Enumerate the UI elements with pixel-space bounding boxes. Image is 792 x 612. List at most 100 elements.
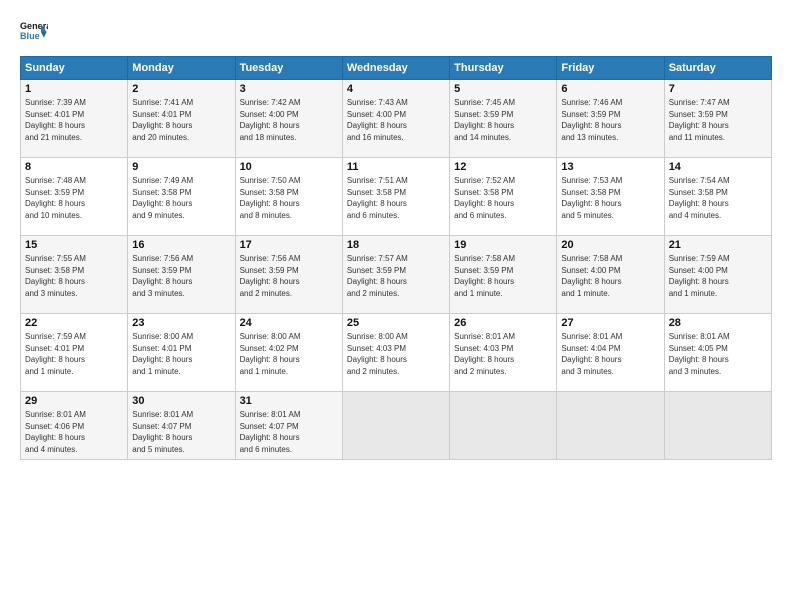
calendar-cell: 6 Sunrise: 7:46 AMSunset: 3:59 PMDaylight… bbox=[557, 80, 664, 158]
calendar-cell: 1 Sunrise: 7:39 AMSunset: 4:01 PMDaylight… bbox=[21, 80, 128, 158]
day-info: Sunrise: 8:01 AMSunset: 4:07 PMDaylight:… bbox=[132, 409, 230, 455]
weekday-tuesday: Tuesday bbox=[235, 57, 342, 80]
day-number: 26 bbox=[454, 317, 552, 329]
calendar-cell: 17 Sunrise: 7:56 AMSunset: 3:59 PMDayligh… bbox=[235, 236, 342, 314]
weekday-monday: Monday bbox=[128, 57, 235, 80]
day-info: Sunrise: 7:39 AMSunset: 4:01 PMDaylight:… bbox=[25, 97, 123, 143]
day-number: 24 bbox=[240, 317, 338, 329]
calendar-cell: 11 Sunrise: 7:51 AMSunset: 3:58 PMDayligh… bbox=[342, 158, 449, 236]
weekday-thursday: Thursday bbox=[450, 57, 557, 80]
day-info: Sunrise: 8:01 AMSunset: 4:07 PMDaylight:… bbox=[240, 409, 338, 455]
day-number: 12 bbox=[454, 161, 552, 173]
weekday-sunday: Sunday bbox=[21, 57, 128, 80]
day-info: Sunrise: 7:57 AMSunset: 3:59 PMDaylight:… bbox=[347, 253, 445, 299]
day-number: 11 bbox=[347, 161, 445, 173]
day-info: Sunrise: 7:58 AMSunset: 4:00 PMDaylight:… bbox=[561, 253, 659, 299]
day-number: 27 bbox=[561, 317, 659, 329]
day-number: 10 bbox=[240, 161, 338, 173]
day-info: Sunrise: 7:52 AMSunset: 3:58 PMDaylight:… bbox=[454, 175, 552, 221]
calendar-cell: 8 Sunrise: 7:48 AMSunset: 3:59 PMDaylight… bbox=[21, 158, 128, 236]
calendar-cell: 10 Sunrise: 7:50 AMSunset: 3:58 PMDayligh… bbox=[235, 158, 342, 236]
logo: General Blue bbox=[20, 18, 48, 46]
calendar-week-5: 29 Sunrise: 8:01 AMSunset: 4:06 PMDayligh… bbox=[21, 392, 772, 460]
calendar-cell: 30 Sunrise: 8:01 AMSunset: 4:07 PMDayligh… bbox=[128, 392, 235, 460]
calendar-cell: 4 Sunrise: 7:43 AMSunset: 4:00 PMDaylight… bbox=[342, 80, 449, 158]
day-info: Sunrise: 8:01 AMSunset: 4:05 PMDaylight:… bbox=[669, 331, 767, 377]
day-info: Sunrise: 7:59 AMSunset: 4:01 PMDaylight:… bbox=[25, 331, 123, 377]
day-number: 25 bbox=[347, 317, 445, 329]
calendar-cell: 22 Sunrise: 7:59 AMSunset: 4:01 PMDayligh… bbox=[21, 314, 128, 392]
calendar-cell bbox=[450, 392, 557, 460]
day-number: 7 bbox=[669, 83, 767, 95]
calendar-cell: 7 Sunrise: 7:47 AMSunset: 3:59 PMDaylight… bbox=[664, 80, 771, 158]
calendar-week-1: 1 Sunrise: 7:39 AMSunset: 4:01 PMDaylight… bbox=[21, 80, 772, 158]
day-info: Sunrise: 7:56 AMSunset: 3:59 PMDaylight:… bbox=[132, 253, 230, 299]
day-info: Sunrise: 7:58 AMSunset: 3:59 PMDaylight:… bbox=[454, 253, 552, 299]
calendar-cell: 20 Sunrise: 7:58 AMSunset: 4:00 PMDayligh… bbox=[557, 236, 664, 314]
calendar-cell: 9Sunrise: 7:49 AMSunset: 3:58 PMDaylight… bbox=[128, 158, 235, 236]
calendar-cell: 3 Sunrise: 7:42 AMSunset: 4:00 PMDaylight… bbox=[235, 80, 342, 158]
calendar-cell bbox=[664, 392, 771, 460]
calendar-cell: 31 Sunrise: 8:01 AMSunset: 4:07 PMDayligh… bbox=[235, 392, 342, 460]
calendar-cell: 23Sunrise: 8:00 AMSunset: 4:01 PMDayligh… bbox=[128, 314, 235, 392]
calendar-week-2: 8 Sunrise: 7:48 AMSunset: 3:59 PMDaylight… bbox=[21, 158, 772, 236]
weekday-saturday: Saturday bbox=[664, 57, 771, 80]
day-info: Sunrise: 7:49 AMSunset: 3:58 PMDaylight:… bbox=[132, 175, 230, 221]
day-info: Sunrise: 7:59 AMSunset: 4:00 PMDaylight:… bbox=[669, 253, 767, 299]
day-info: Sunrise: 7:41 AMSunset: 4:01 PMDaylight:… bbox=[132, 97, 230, 143]
day-number: 15 bbox=[25, 239, 123, 251]
calendar-cell: 2 Sunrise: 7:41 AMSunset: 4:01 PMDaylight… bbox=[128, 80, 235, 158]
day-number: 6 bbox=[561, 83, 659, 95]
day-info: Sunrise: 7:48 AMSunset: 3:59 PMDaylight:… bbox=[25, 175, 123, 221]
day-number: 22 bbox=[25, 317, 123, 329]
calendar-cell: 14 Sunrise: 7:54 AMSunset: 3:58 PMDayligh… bbox=[664, 158, 771, 236]
day-number: 4 bbox=[347, 83, 445, 95]
day-number: 30 bbox=[132, 395, 230, 407]
calendar-cell bbox=[557, 392, 664, 460]
calendar-cell: 29 Sunrise: 8:01 AMSunset: 4:06 PMDayligh… bbox=[21, 392, 128, 460]
svg-text:Blue: Blue bbox=[20, 31, 40, 41]
day-info: Sunrise: 7:51 AMSunset: 3:58 PMDaylight:… bbox=[347, 175, 445, 221]
day-info: Sunrise: 7:47 AMSunset: 3:59 PMDaylight:… bbox=[669, 97, 767, 143]
calendar-week-3: 15 Sunrise: 7:55 AMSunset: 3:58 PMDayligh… bbox=[21, 236, 772, 314]
weekday-header-row: SundayMondayTuesdayWednesdayThursdayFrid… bbox=[21, 57, 772, 80]
day-number: 16 bbox=[132, 239, 230, 251]
day-number: 14 bbox=[669, 161, 767, 173]
day-info: Sunrise: 8:01 AMSunset: 4:04 PMDaylight:… bbox=[561, 331, 659, 377]
day-number: 29 bbox=[25, 395, 123, 407]
day-number: 3 bbox=[240, 83, 338, 95]
day-info: Sunrise: 7:54 AMSunset: 3:58 PMDaylight:… bbox=[669, 175, 767, 221]
day-info: Sunrise: 8:00 AMSunset: 4:03 PMDaylight:… bbox=[347, 331, 445, 377]
calendar-week-4: 22 Sunrise: 7:59 AMSunset: 4:01 PMDayligh… bbox=[21, 314, 772, 392]
logo-icon: General Blue bbox=[20, 18, 48, 46]
day-info: Sunrise: 8:00 AMSunset: 4:02 PMDaylight:… bbox=[240, 331, 338, 377]
day-info: Sunrise: 7:43 AMSunset: 4:00 PMDaylight:… bbox=[347, 97, 445, 143]
day-number: 8 bbox=[25, 161, 123, 173]
calendar-cell bbox=[342, 392, 449, 460]
day-number: 13 bbox=[561, 161, 659, 173]
day-info: Sunrise: 7:56 AMSunset: 3:59 PMDaylight:… bbox=[240, 253, 338, 299]
weekday-wednesday: Wednesday bbox=[342, 57, 449, 80]
day-number: 31 bbox=[240, 395, 338, 407]
header: General Blue bbox=[20, 18, 772, 46]
calendar-cell: 26 Sunrise: 8:01 AMSunset: 4:03 PMDayligh… bbox=[450, 314, 557, 392]
day-info: Sunrise: 7:55 AMSunset: 3:58 PMDaylight:… bbox=[25, 253, 123, 299]
calendar: SundayMondayTuesdayWednesdayThursdayFrid… bbox=[20, 56, 772, 460]
calendar-cell: 16 Sunrise: 7:56 AMSunset: 3:59 PMDayligh… bbox=[128, 236, 235, 314]
day-number: 18 bbox=[347, 239, 445, 251]
day-info: Sunrise: 7:46 AMSunset: 3:59 PMDaylight:… bbox=[561, 97, 659, 143]
day-number: 23 bbox=[132, 317, 230, 329]
day-info: Sunrise: 8:01 AMSunset: 4:03 PMDaylight:… bbox=[454, 331, 552, 377]
day-number: 20 bbox=[561, 239, 659, 251]
day-number: 28 bbox=[669, 317, 767, 329]
day-info: Sunrise: 7:42 AMSunset: 4:00 PMDaylight:… bbox=[240, 97, 338, 143]
day-info: Sunrise: 8:01 AMSunset: 4:06 PMDaylight:… bbox=[25, 409, 123, 455]
day-number: 17 bbox=[240, 239, 338, 251]
calendar-cell: 21 Sunrise: 7:59 AMSunset: 4:00 PMDayligh… bbox=[664, 236, 771, 314]
day-number: 21 bbox=[669, 239, 767, 251]
day-number: 5 bbox=[454, 83, 552, 95]
day-number: 2 bbox=[132, 83, 230, 95]
calendar-cell: 25 Sunrise: 8:00 AMSunset: 4:03 PMDayligh… bbox=[342, 314, 449, 392]
day-info: Sunrise: 7:50 AMSunset: 3:58 PMDaylight:… bbox=[240, 175, 338, 221]
day-number: 1 bbox=[25, 83, 123, 95]
